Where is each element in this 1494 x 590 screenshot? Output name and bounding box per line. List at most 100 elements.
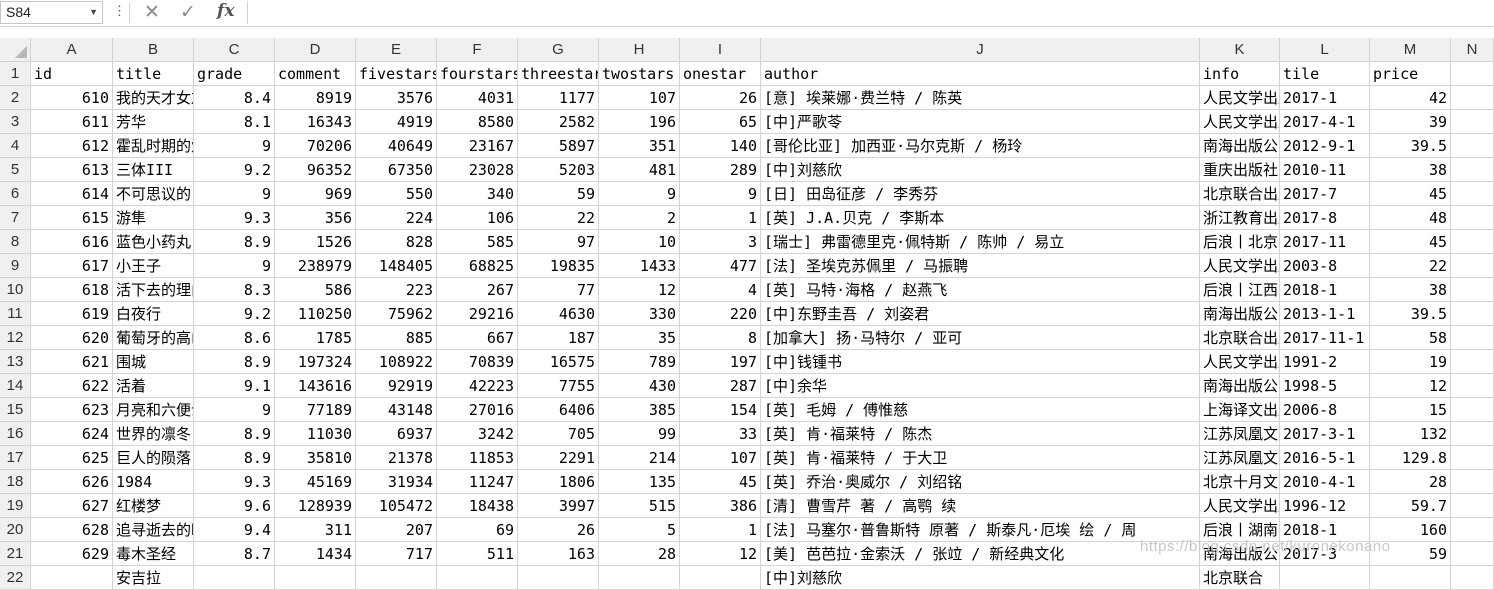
row-header[interactable]: 12 <box>0 326 31 350</box>
table-cell[interactable]: [英] 肯·福莱特 / 陈杰 <box>761 422 1200 446</box>
table-cell[interactable]: 59 <box>518 182 599 206</box>
row-header[interactable]: 9 <box>0 254 31 278</box>
table-cell[interactable]: 68825 <box>437 254 518 278</box>
formula-input[interactable] <box>247 1 1494 24</box>
table-cell[interactable]: 11247 <box>437 470 518 494</box>
more-options-icon[interactable]: ⋮ <box>113 3 126 19</box>
table-cell[interactable]: 128939 <box>275 494 356 518</box>
table-cell[interactable]: 667 <box>437 326 518 350</box>
table-cell[interactable]: 828 <box>356 230 437 254</box>
table-cell[interactable]: 616 <box>31 230 113 254</box>
table-cell[interactable]: 8.7 <box>194 542 275 566</box>
column-header-e[interactable]: E <box>356 38 437 62</box>
table-cell[interactable]: 585 <box>437 230 518 254</box>
table-cell[interactable]: 615 <box>31 206 113 230</box>
table-cell[interactable]: comment <box>275 62 356 86</box>
table-cell[interactable] <box>1451 398 1494 422</box>
column-header-d[interactable]: D <box>275 38 356 62</box>
table-cell[interactable]: 游隼 <box>113 206 194 230</box>
table-cell[interactable] <box>1451 134 1494 158</box>
table-cell[interactable] <box>1451 110 1494 134</box>
table-cell[interactable]: 小王子 <box>113 254 194 278</box>
table-cell[interactable]: 北京联合 <box>1200 566 1280 590</box>
table-cell[interactable]: 人民文学出版社 <box>1200 494 1280 518</box>
table-cell[interactable]: 2017-8 <box>1280 206 1370 230</box>
row-header[interactable]: 4 <box>0 134 31 158</box>
table-cell[interactable]: 葡萄牙的高山 <box>113 326 194 350</box>
table-cell[interactable]: 1996-12 <box>1280 494 1370 518</box>
table-cell[interactable]: 58 <box>1370 326 1451 350</box>
table-cell[interactable]: 356 <box>275 206 356 230</box>
table-cell[interactable]: 622 <box>31 374 113 398</box>
table-cell[interactable]: 35 <box>599 326 680 350</box>
row-header[interactable]: 21 <box>0 542 31 566</box>
table-cell[interactable]: threestars <box>518 62 599 86</box>
table-cell[interactable]: author <box>761 62 1200 86</box>
table-cell[interactable]: grade <box>194 62 275 86</box>
table-cell[interactable]: 705 <box>518 422 599 446</box>
table-cell[interactable]: 2017-3-1 <box>1280 422 1370 446</box>
table-cell[interactable]: 614 <box>31 182 113 206</box>
table-cell[interactable] <box>31 566 113 590</box>
table-cell[interactable]: 12 <box>680 542 761 566</box>
table-cell[interactable]: fivestars <box>356 62 437 86</box>
table-cell[interactable]: 1785 <box>275 326 356 350</box>
table-cell[interactable]: 35810 <box>275 446 356 470</box>
table-cell[interactable]: 1 <box>680 518 761 542</box>
row-header[interactable]: 13 <box>0 350 31 374</box>
table-cell[interactable] <box>1451 446 1494 470</box>
table-cell[interactable]: 65 <box>680 110 761 134</box>
table-cell[interactable]: 340 <box>437 182 518 206</box>
table-cell[interactable]: 后浪丨江西 <box>1200 278 1280 302</box>
table-cell[interactable]: 红楼梦 <box>113 494 194 518</box>
row-header[interactable]: 15 <box>0 398 31 422</box>
table-cell[interactable]: 45 <box>680 470 761 494</box>
table-cell[interactable] <box>1451 566 1494 590</box>
table-cell[interactable]: 9.2 <box>194 158 275 182</box>
table-cell[interactable]: 1526 <box>275 230 356 254</box>
table-cell[interactable]: 5 <box>599 518 680 542</box>
table-cell[interactable]: 2017-1 <box>1280 86 1370 110</box>
table-cell[interactable]: 南海出版公司 <box>1200 134 1280 158</box>
table-cell[interactable]: 515 <box>599 494 680 518</box>
table-cell[interactable]: 59.7 <box>1370 494 1451 518</box>
table-cell[interactable]: 3576 <box>356 86 437 110</box>
table-cell[interactable]: 我的天才女友 <box>113 86 194 110</box>
table-cell[interactable] <box>1451 302 1494 326</box>
table-cell[interactable]: 619 <box>31 302 113 326</box>
table-cell[interactable] <box>1451 62 1494 86</box>
table-cell[interactable]: 2012-9-1 <box>1280 134 1370 158</box>
table-cell[interactable]: 624 <box>31 422 113 446</box>
table-cell[interactable]: 世界的凛冬 <box>113 422 194 446</box>
table-cell[interactable]: [法] 马塞尔·普鲁斯特 原著 / 斯泰凡·厄埃 绘 / 周 <box>761 518 1200 542</box>
table-cell[interactable]: 16343 <box>275 110 356 134</box>
table-cell[interactable]: 10 <box>599 230 680 254</box>
table-cell[interactable]: 2017-7 <box>1280 182 1370 206</box>
table-cell[interactable]: 39.5 <box>1370 302 1451 326</box>
table-cell[interactable]: 9 <box>680 182 761 206</box>
table-cell[interactable]: 16575 <box>518 350 599 374</box>
table-cell[interactable]: 19 <box>1370 350 1451 374</box>
table-cell[interactable]: 717 <box>356 542 437 566</box>
table-cell[interactable]: 385 <box>599 398 680 422</box>
table-cell[interactable]: 97 <box>518 230 599 254</box>
table-cell[interactable]: 8.9 <box>194 422 275 446</box>
table-cell[interactable] <box>1451 278 1494 302</box>
table-cell[interactable]: 芳华 <box>113 110 194 134</box>
table-cell[interactable]: 287 <box>680 374 761 398</box>
row-header[interactable]: 19 <box>0 494 31 518</box>
table-cell[interactable]: [哥伦比亚] 加西亚·马尔克斯 / 杨玲 <box>761 134 1200 158</box>
table-cell[interactable]: 26 <box>680 86 761 110</box>
table-cell[interactable] <box>437 566 518 590</box>
table-cell[interactable]: 187 <box>518 326 599 350</box>
column-header-j[interactable]: J <box>761 38 1200 62</box>
table-cell[interactable]: [法] 圣埃克苏佩里 / 马振聘 <box>761 254 1200 278</box>
table-cell[interactable]: 安吉拉 <box>113 566 194 590</box>
table-cell[interactable]: 626 <box>31 470 113 494</box>
table-cell[interactable]: 75962 <box>356 302 437 326</box>
table-cell[interactable] <box>1280 566 1370 590</box>
table-cell[interactable] <box>1370 566 1451 590</box>
table-cell[interactable]: 163 <box>518 542 599 566</box>
table-cell[interactable]: 223 <box>356 278 437 302</box>
table-cell[interactable] <box>1451 350 1494 374</box>
